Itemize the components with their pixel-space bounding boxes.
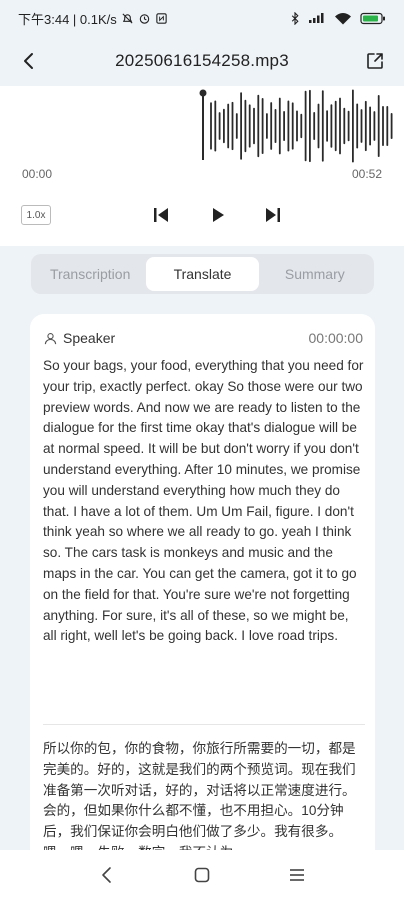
content-tabs: Transcription Translate Summary: [31, 254, 374, 294]
speaker-name: Speaker: [63, 330, 116, 346]
system-navigation-bar: [0, 850, 404, 900]
playhead-knob: [199, 89, 207, 97]
share-icon: [367, 53, 383, 69]
page-title: 20250616154258.mp3: [115, 51, 289, 70]
person-icon: [44, 332, 57, 344]
back-button[interactable]: [16, 48, 42, 74]
skip-next-button[interactable]: [260, 202, 286, 228]
skip-previous-button[interactable]: [148, 202, 174, 228]
signal-icon: [308, 12, 326, 24]
nav-home-button[interactable]: [187, 860, 217, 890]
tab-summary[interactable]: Summary: [259, 257, 371, 291]
chevron-left-icon: [24, 53, 33, 69]
audio-waveform[interactable]: [0, 86, 404, 166]
english-transcript: So your bags, your food, everything that…: [43, 358, 364, 644]
skip-next-icon: [266, 208, 280, 222]
tab-transcription[interactable]: Transcription: [34, 257, 146, 291]
tab-translate[interactable]: Translate: [146, 257, 259, 291]
nav-menu-icon: [289, 869, 304, 881]
bell-off-icon: [121, 12, 134, 25]
battery-icon: [360, 12, 386, 25]
bluetooth-icon: [290, 11, 300, 25]
top-app-bar: 20250616154258.mp3: [0, 36, 404, 86]
play-icon: [213, 208, 224, 222]
current-time: 00:00: [22, 167, 53, 181]
nfc-icon: [155, 12, 168, 25]
playback-speed-button[interactable]: 1.0x: [21, 205, 51, 225]
skip-previous-icon: [154, 208, 168, 222]
nav-recents-button[interactable]: [282, 860, 312, 890]
wifi-icon: [334, 12, 352, 25]
total-duration: 00:52: [351, 167, 382, 181]
alarm-icon: [138, 12, 151, 25]
nav-back-icon: [102, 867, 112, 883]
play-button[interactable]: [205, 202, 231, 228]
transcript-card: Speaker 00:00:00 So your bags, your food…: [30, 314, 375, 874]
status-bar: 下午3:44 | 0.1K/s: [0, 0, 404, 36]
status-time-speed: 下午3:44 | 0.1K/s: [18, 11, 117, 27]
speaker-header: Speaker 00:00:00: [44, 330, 363, 346]
share-button[interactable]: [362, 48, 388, 74]
audio-player: 00:00 00:52 1.0x: [0, 86, 404, 246]
nav-home-icon: [194, 867, 210, 883]
nav-back-button[interactable]: [92, 860, 122, 890]
chinese-translation: 所以你的包，你的食物，你旅行所需要的一切，都是完美的。好的，这就是我们的两个预览…: [43, 741, 356, 860]
segment-timestamp: 00:00:00: [308, 330, 364, 346]
divider: [43, 724, 365, 725]
